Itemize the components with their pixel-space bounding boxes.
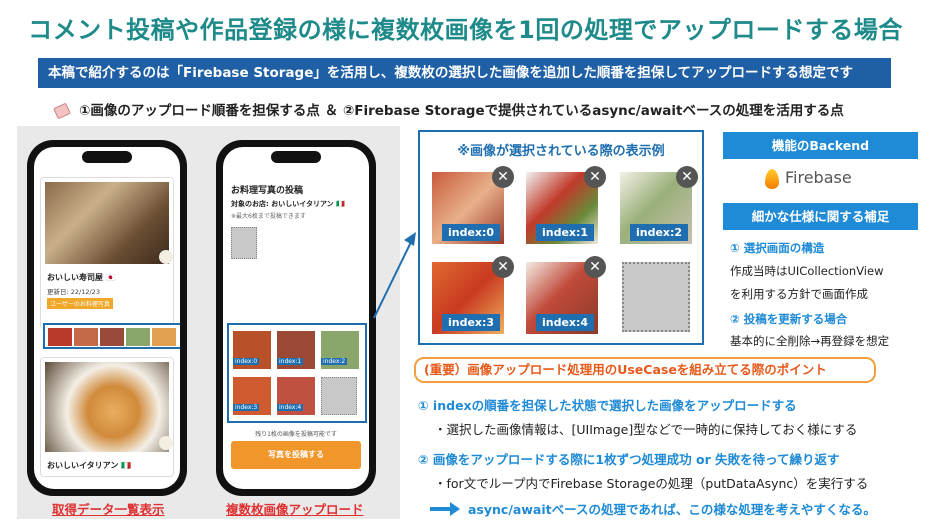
backend-header: 機能のBackend (723, 132, 918, 159)
upload-heading: お料理写真の投稿 (231, 186, 304, 196)
spec-item1-title: ① 選択画面の構造 (730, 241, 825, 255)
example-index-label: index:2 (630, 224, 689, 241)
close-icon[interactable]: ✕ (676, 166, 698, 188)
spec-item1-line1: 作成当時はUICollectionView (730, 264, 884, 278)
key-points-line: ①画像のアップロード順番を担保する点 ＆ ②Firebase Storageで提… (53, 99, 844, 120)
user-photo-strip (43, 323, 180, 349)
target-shop: 対象のお店: おいしいイタリアン 🇮🇹 (231, 200, 345, 208)
example-index-label: index:0 (442, 224, 501, 241)
update-date: 更新日: 22/12/23 (47, 288, 100, 296)
photo-index-label: index:3 (233, 404, 260, 411)
tag-icon (53, 102, 71, 120)
selected-photo-4[interactable]: index:4 (277, 377, 315, 415)
shop-card-2[interactable]: おいしいイタリアン 🇮🇹 (40, 357, 174, 477)
point2-detail: ・for文でループ内でFirebase Storageの処理（putDataAs… (434, 476, 869, 491)
selected-photo-0[interactable]: index:0 (233, 331, 271, 369)
phone-list-screen: おいしい寿司屋 🇯🇵 更新日: 22/12/23 ユーザーのお料理写真 おいしい… (34, 147, 180, 489)
point1-detail: ・選択した画像情報は、[UIImage]型などで一時的に保持しておく様にする (434, 422, 858, 437)
example-index-label: index:3 (442, 314, 501, 331)
shop-name-sushi: おいしい寿司屋 (47, 273, 103, 282)
example-title: ※画像が選択されている際の表示例 (457, 144, 665, 159)
max-photos-note: ※最大6枚まで投稿できます (231, 213, 306, 220)
user-photo-thumb[interactable] (100, 328, 124, 346)
phone-upload-view: お料理写真の投稿 対象のお店: おいしいイタリアン 🇮🇹 ※最大6枚まで投稿でき… (216, 140, 376, 496)
flag-jp-icon: 🇯🇵 (105, 273, 116, 282)
selected-photos-grid: index:0 index:1 index:2 index:3 index:4 (227, 323, 367, 423)
user-photo-thumb[interactable] (74, 328, 98, 346)
user-photo-thumb[interactable] (152, 328, 176, 346)
intro-banner: 本稿で紹介するのは「Firebase Storage」を活用し、複数枚の選択した… (38, 58, 891, 88)
conclusion-text: async/awaitベースの処理であれば、この様な処理を考えやすくなる。 (468, 502, 876, 517)
shop-name-italian: おいしいイタリアン (47, 461, 119, 470)
spec-item1-line2: を利用する方針で画面作成 (730, 287, 868, 301)
user-photo-thumb[interactable] (126, 328, 150, 346)
favorite-icon[interactable] (159, 436, 173, 450)
selected-photo-2[interactable]: index:2 (321, 331, 359, 369)
submit-photos-button[interactable]: 写真を投稿する (231, 441, 361, 469)
firebase-flame-icon (765, 168, 779, 189)
pointer-arrow-icon (373, 232, 416, 319)
shop-name-row: おいしいイタリアン 🇮🇹 (47, 460, 131, 471)
selection-example-box: ※画像が選択されている際の表示例 ✕ index:0 ✕ index:1 ✕ i… (418, 130, 704, 345)
arrow-head-icon (450, 502, 460, 516)
photo-index-label: index:0 (233, 358, 260, 365)
selected-photo-1[interactable]: index:1 (277, 331, 315, 369)
phone-notch (82, 151, 132, 163)
favorite-icon[interactable] (159, 250, 173, 264)
key-points-text: ①画像のアップロード順番を担保する点 ＆ ②Firebase Storageで提… (79, 103, 844, 119)
phone-upload-screen: お料理写真の投稿 対象のお店: おいしいイタリアン 🇮🇹 ※最大6枚まで投稿でき… (223, 147, 369, 489)
example-add-slot (622, 262, 690, 332)
close-icon[interactable]: ✕ (492, 166, 514, 188)
shop-photo-pasta (45, 362, 169, 452)
example-index-label: index:1 (536, 224, 595, 241)
user-photo-thumb[interactable] (48, 328, 72, 346)
arrow-right-icon (430, 507, 452, 511)
usecase-points-header: (重要）画像アップロード処理用のUseCaseを組み立てる際のポイント (414, 357, 876, 383)
caption-upload-view: 複数枚画像アップロード (226, 502, 364, 517)
close-icon[interactable]: ✕ (584, 166, 606, 188)
spec-item2-title: ② 投稿を更新する場合 (730, 312, 848, 326)
spec-item2-line1: 基本的に全削除→再登録を想定 (730, 334, 890, 348)
example-index-label: index:4 (536, 314, 595, 331)
firebase-logo: Firebase (765, 168, 852, 189)
point2-title: ② 画像をアップロードする際に1枚ずつ処理成功 or 失敗を待って繰り返す (418, 452, 840, 467)
caption-list-view: 取得データ一覧表示 (52, 502, 165, 517)
close-icon[interactable]: ✕ (492, 256, 514, 278)
close-icon[interactable]: ✕ (584, 256, 606, 278)
add-photo-placeholder[interactable] (231, 227, 257, 259)
page-title: コメント投稿や作品登録の様に複数枚画像を1回の処理でアップロードする場合 (28, 16, 903, 44)
shop-name-row: おいしい寿司屋 🇯🇵 (47, 272, 116, 283)
firebase-label: Firebase (785, 168, 852, 187)
add-photo-slot[interactable] (321, 377, 357, 415)
selected-photo-3[interactable]: index:3 (233, 377, 271, 415)
remaining-count: 残り1枚の画像を投稿可能です (255, 431, 337, 438)
photo-index-label: index:4 (277, 404, 304, 411)
shop-card-1[interactable]: おいしい寿司屋 🇯🇵 更新日: 22/12/23 ユーザーのお料理写真 (40, 177, 174, 329)
point1-title: ① indexの順番を担保した状態で選択した画像をアップロードする (418, 398, 797, 413)
spec-notes-header: 細かな仕様に関する補足 (723, 203, 918, 230)
phone-list-view: おいしい寿司屋 🇯🇵 更新日: 22/12/23 ユーザーのお料理写真 おいしい… (27, 140, 187, 496)
photo-index-label: index:2 (321, 358, 348, 365)
user-photos-label: ユーザーのお料理写真 (47, 298, 113, 309)
shop-photo-sushi (45, 182, 169, 264)
photo-index-label: index:1 (277, 358, 304, 365)
phone-notch (271, 151, 321, 163)
flag-it-icon: 🇮🇹 (121, 461, 132, 470)
